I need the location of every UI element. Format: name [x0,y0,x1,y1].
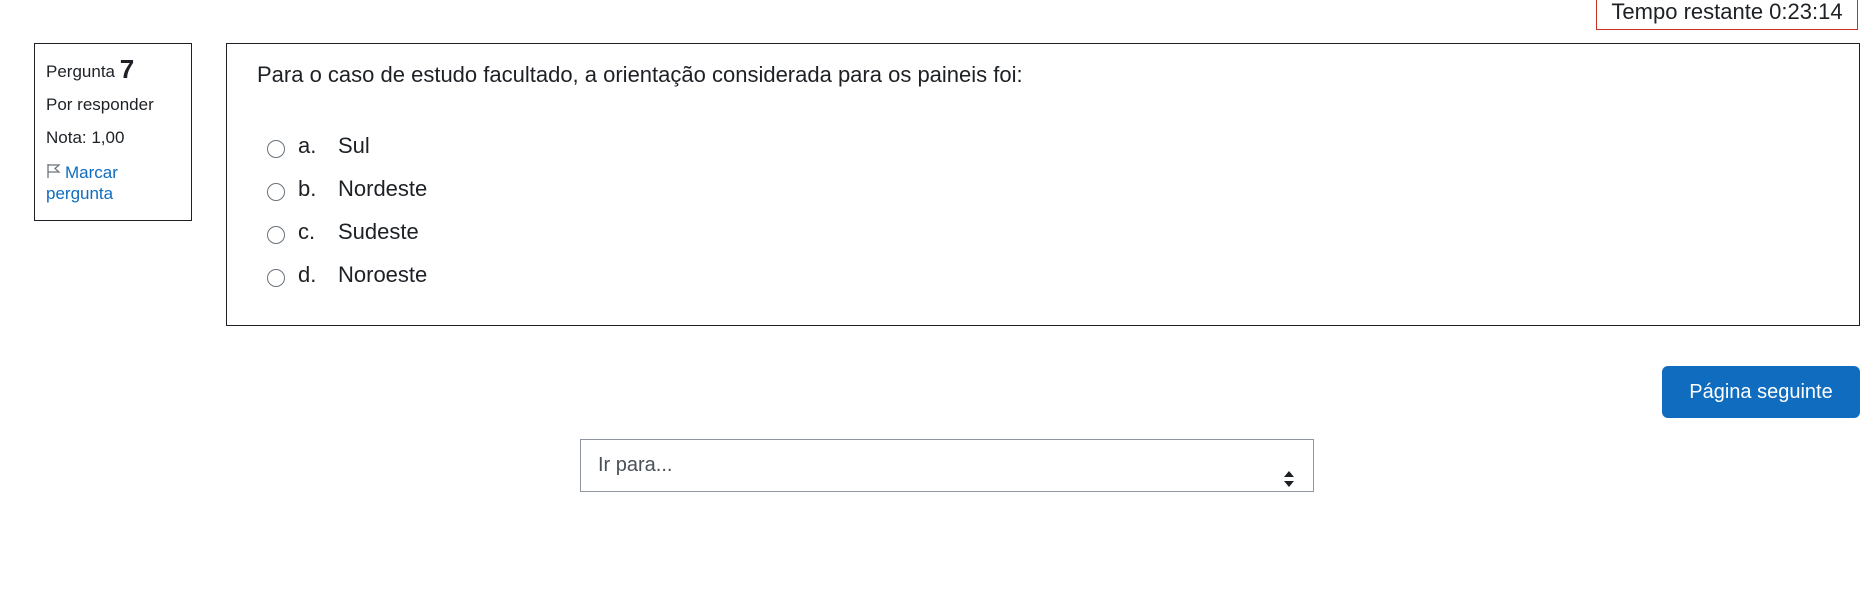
sort-arrows-icon [1283,457,1295,487]
flag-label-line2: pergunta [46,184,114,203]
flag-label-line1: Marcar [65,163,118,182]
answer-letter: b. [298,175,317,201]
radio-button[interactable] [267,182,285,201]
answer-letter: c. [298,218,316,244]
jump-to-value: Ir para... [598,454,673,476]
answer-letter: a. [298,132,317,158]
answer-label: Sudeste [338,218,419,244]
question-number-label: Pergunta [46,62,115,81]
time-remaining: Tempo restante 0:23:14 [1596,0,1858,30]
answer-letter: d. [298,261,317,287]
radio-button[interactable] [267,225,285,244]
next-page-button[interactable]: Página seguinte [1662,366,1860,418]
question-number: Pergunta 7 [46,54,180,85]
answer-option-c[interactable]: c. Sudeste [267,210,427,253]
question-content: Para o caso de estudo facultado, a orien… [226,43,1860,326]
answer-label: Nordeste [338,175,428,201]
answer-label: Noroeste [338,261,428,287]
radio-button[interactable] [267,139,285,158]
question-grade: Nota: 1,00 [46,128,125,147]
quiz-page: Tempo restante 0:23:14 Pergunta 7 Por re… [0,0,1876,613]
question-number-value: 7 [119,54,135,84]
question-info-panel: Pergunta 7 Por responder Nota: 1,00 Marc… [34,43,192,221]
jump-to-select[interactable]: Ir para... [580,439,1314,492]
flag-icon [46,163,65,182]
radio-button[interactable] [267,268,285,287]
question-state: Por responder [46,95,154,114]
answer-label: Sul [338,132,370,158]
answer-option-b[interactable]: b. Nordeste [267,167,427,210]
answer-option-d[interactable]: d. Noroeste [267,253,427,296]
answer-options: a. Sul b. Nordeste c. Sudeste d. Noroest… [267,124,427,296]
question-text: Para o caso de estudo facultado, a orien… [257,62,1023,87]
answer-option-a[interactable]: a. Sul [267,124,427,167]
flag-question-link[interactable]: Marcar pergunta [46,162,180,204]
